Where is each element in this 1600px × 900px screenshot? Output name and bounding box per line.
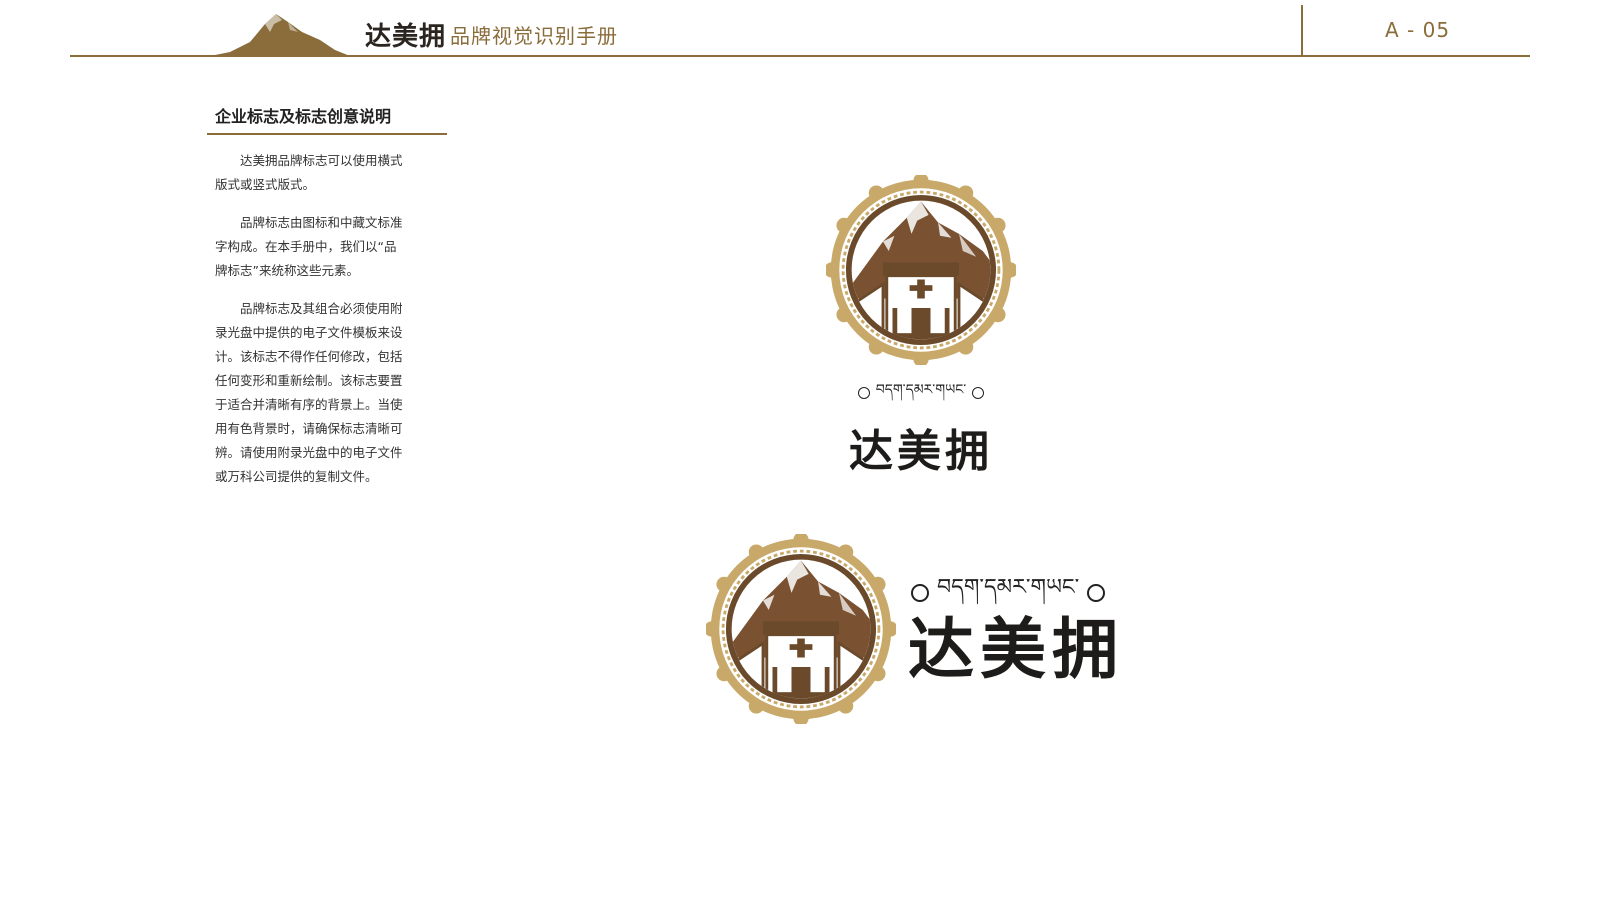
vertical-tibetan-mark-right-icon	[972, 387, 985, 399]
vertical-chinese-text: 达美拥	[849, 426, 993, 477]
header-divider	[1301, 5, 1303, 56]
header-manual-title: 品牌视觉识别手册	[450, 24, 618, 48]
vertical-emblem-icon	[826, 175, 1016, 365]
horizontal-emblem-icon	[706, 534, 896, 724]
header-brand-name: 达美拥	[365, 22, 447, 52]
header-rule	[70, 55, 1530, 57]
vertical-tibetan-text: བདག་དམར་གཡང་	[875, 382, 967, 398]
description-paragraph-1: 达美拥品牌标志可以使用横式版式或竖式版式。	[215, 153, 403, 192]
vertical-logo: བདག་དམར་གཡང་ 达美拥	[826, 175, 1016, 479]
description-paragraph-3: 品牌标志及其组合必须使用附录光盘中提供的电子文件模板来设计。该标志不得作任何修改…	[215, 301, 403, 484]
page-number: A - 05	[1385, 18, 1451, 42]
horizontal-chinese-text: 达美拥	[908, 610, 1124, 688]
description-sidebar: 企业标志及标志创意说明 达美拥品牌标志可以使用横式版式或竖式版式。 品牌标志由图…	[207, 103, 447, 489]
description-paragraph-2: 品牌标志由图标和中藏文标准字构成。在本手册中，我们以“品牌标志”来统称这些元素。	[215, 215, 403, 278]
vertical-tibetan-mark-left-icon	[857, 387, 870, 399]
section-title: 企业标志及标志创意说明	[207, 103, 447, 135]
